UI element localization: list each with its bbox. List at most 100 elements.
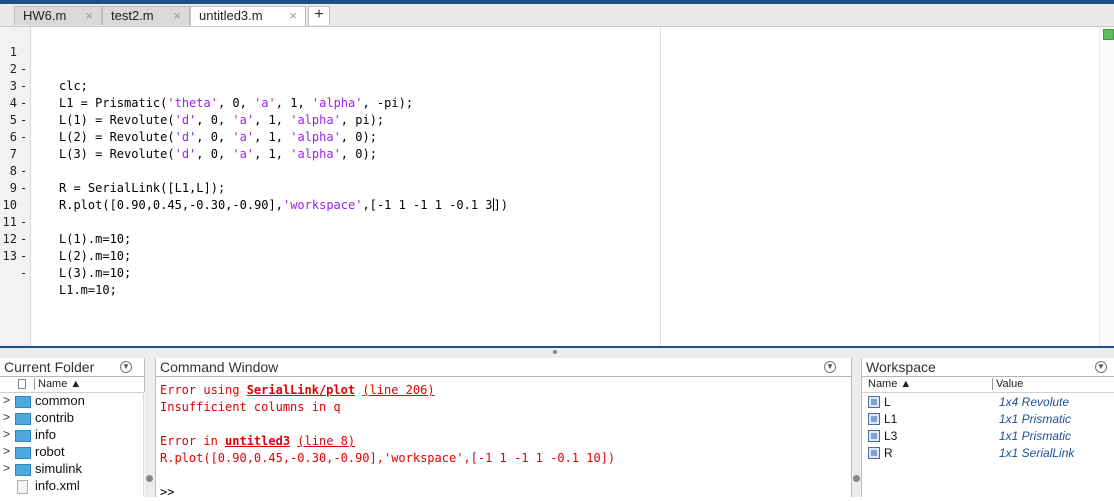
folder-name: simulink: [35, 461, 82, 476]
command-window-title: Command Window: [156, 358, 851, 377]
variable-name: L3: [884, 429, 898, 443]
code-line[interactable]: 5 - L(3) = Revolute('d', 0, 'a', 1, 'alp…: [0, 95, 700, 161]
folder-item[interactable]: > contrib: [0, 410, 145, 427]
code-line[interactable]: 7 - R = SerialLink([L1,L]);: [0, 129, 700, 195]
workspace-variable-row[interactable]: R 1x1 SerialLink: [862, 445, 1114, 462]
panel-menu-icon[interactable]: ▼: [120, 361, 132, 373]
panel-splitter[interactable]: [0, 346, 1114, 358]
variable-value: 1x1 Prismatic: [999, 429, 1072, 443]
code-line[interactable]: 8 - R.plot([0.90,0.45,-0.30,-0.90],'work…: [0, 146, 700, 212]
code-text[interactable]: L(3).m=10;: [59, 265, 131, 282]
variable-value: 1x1 SerialLink: [999, 446, 1075, 460]
workspace-variable-row[interactable]: L1 1x1 Prismatic: [862, 411, 1114, 428]
left-splitter[interactable]: [145, 358, 155, 497]
code-text[interactable]: L(2).m=10;: [59, 248, 131, 265]
splitter-grip-icon[interactable]: [853, 475, 860, 482]
code-text[interactable]: L1.m=10;: [59, 282, 117, 299]
error-message: Insufficient columns in q: [160, 400, 341, 414]
panel-menu-icon[interactable]: ▼: [1095, 361, 1107, 373]
breakpoint-marker[interactable]: -: [20, 265, 27, 282]
code-line[interactable]: 12 - L(3).m=10;: [0, 214, 700, 280]
panel-title-text: Workspace: [866, 359, 936, 375]
expand-arrow-icon[interactable]: >: [3, 461, 10, 475]
tab-untitled3[interactable]: untitled3.m ×: [190, 6, 306, 26]
splitter-grip-icon[interactable]: [146, 475, 153, 482]
file-type-icon: [18, 379, 26, 389]
error-function-link[interactable]: SerialLink/plot: [247, 383, 355, 397]
folder-column-header[interactable]: Name ▲: [0, 377, 145, 393]
expand-arrow-icon[interactable]: >: [3, 444, 10, 458]
code-analyzer-status-icon[interactable]: [1103, 29, 1114, 40]
close-icon[interactable]: ×: [289, 8, 297, 23]
command-output[interactable]: Error using SerialLink/plot (line 206) In…: [160, 382, 615, 501]
code-line[interactable]: 4 - L(2) = Revolute('d', 0, 'a', 1, 'alp…: [0, 78, 700, 144]
folder-icon: [15, 430, 31, 442]
object-icon: [868, 396, 880, 408]
name-column-label[interactable]: Name ▲: [868, 378, 911, 390]
variable-value: 1x4 Revolute: [999, 395, 1070, 409]
workspace-title: Workspace: [862, 358, 1114, 377]
tab-test2[interactable]: test2.m ×: [102, 6, 190, 25]
splitter-grip-icon[interactable]: [553, 350, 557, 354]
workspace-variable-row[interactable]: L3 1x1 Prismatic: [862, 428, 1114, 445]
command-window-panel[interactable]: Command Window ▼ Error using SerialLink/…: [155, 358, 852, 499]
error-prefix: Error using: [160, 383, 247, 397]
code-line[interactable]: 13 - L1.m=10;: [0, 231, 700, 297]
tab-hw6[interactable]: HW6.m ×: [14, 6, 102, 25]
error-function-link[interactable]: untitled3: [225, 434, 290, 448]
folder-name: info: [35, 427, 56, 442]
code-line[interactable]: 11 - L(2).m=10;: [0, 197, 700, 263]
folder-item[interactable]: > robot: [0, 444, 145, 461]
folder-icon: [15, 464, 31, 476]
code-line[interactable]: 3 - L(1) = Revolute('d', 0, 'a', 1, 'alp…: [0, 61, 700, 127]
error-code: R.plot([0.90,0.45,-0.30,-0.90],'workspac…: [160, 451, 616, 465]
folder-item[interactable]: > simulink: [0, 461, 145, 478]
code-line[interactable]: 6: [0, 112, 700, 144]
file-item[interactable]: info.xml: [0, 478, 145, 495]
folder-icon: [15, 396, 31, 408]
code-line[interactable]: 9: [0, 163, 700, 195]
variable-name: L: [884, 395, 891, 409]
editor-tab-bar: HW6.m × test2.m × untitled3.m × +: [0, 4, 1114, 27]
editor-scrollbar[interactable]: [1099, 27, 1114, 346]
value-column-label[interactable]: Value: [992, 378, 1023, 390]
code-line[interactable]: 2 - L1 = Prismatic('theta', 0, 'a', 1, '…: [0, 44, 700, 110]
add-tab-button[interactable]: +: [308, 6, 330, 25]
tab-label: test2.m: [111, 8, 154, 23]
code-line[interactable]: 1 - clc;: [0, 27, 700, 93]
expand-arrow-icon[interactable]: >: [3, 410, 10, 424]
error-line: Error in untitled3 (line 8): [160, 433, 615, 450]
panel-menu-icon[interactable]: ▼: [824, 361, 836, 373]
folder-icon: [15, 413, 31, 425]
object-icon: [868, 447, 880, 459]
error-line: Error using SerialLink/plot (line 206): [160, 382, 615, 399]
close-icon[interactable]: ×: [173, 8, 181, 23]
close-icon[interactable]: ×: [85, 8, 93, 23]
folder-name: robot: [35, 444, 65, 459]
expand-arrow-icon[interactable]: >: [3, 427, 10, 441]
error-line-link[interactable]: (line 8): [297, 434, 355, 448]
folder-item[interactable]: > info: [0, 427, 145, 444]
folder-name: contrib: [35, 410, 75, 425]
expand-arrow-icon[interactable]: >: [3, 393, 10, 407]
code-line[interactable]: 10 - L(1).m=10;: [0, 180, 700, 246]
file-name: info.xml: [35, 478, 80, 493]
folder-icon: [15, 447, 31, 459]
workspace-panel: Workspace ▼ Name ▲ Value L 1x4 Revolute …: [861, 358, 1114, 497]
workspace-variable-row[interactable]: L 1x4 Revolute: [862, 394, 1114, 411]
command-prompt[interactable]: >>: [160, 484, 615, 501]
object-icon: [868, 430, 880, 442]
folder-name: common: [35, 393, 85, 408]
workspace-column-header[interactable]: Name ▲ Value: [862, 377, 1114, 393]
right-splitter[interactable]: [852, 358, 861, 497]
variable-value: 1x1 Prismatic: [999, 412, 1072, 426]
tab-label: untitled3.m: [199, 8, 263, 23]
name-column-label[interactable]: Name ▲: [34, 378, 81, 390]
line-number: 13: [2, 249, 17, 263]
folder-item[interactable]: > common: [0, 393, 145, 410]
error-line-link[interactable]: (line 206): [362, 383, 434, 397]
tab-label: HW6.m: [23, 8, 67, 23]
code-editor[interactable]: 1 - clc; 2 - L1 = Prismatic('theta', 0, …: [0, 27, 1114, 346]
